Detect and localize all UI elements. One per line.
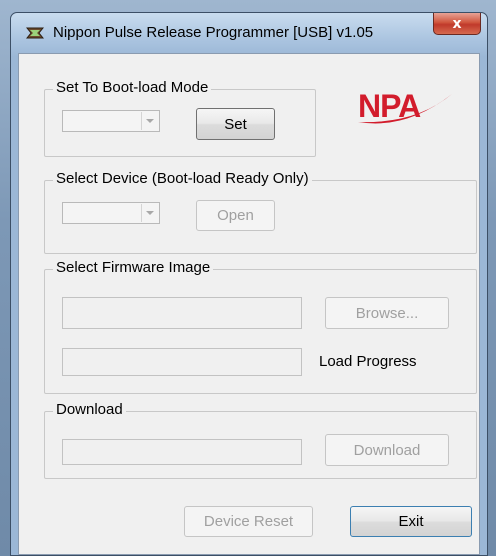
exit-button[interactable]: Exit	[350, 506, 472, 537]
bootload-port-select[interactable]	[62, 110, 160, 132]
bootload-legend: Set To Boot-load Mode	[53, 79, 212, 96]
browse-button[interactable]: Browse...	[325, 297, 449, 329]
download-button[interactable]: Download	[325, 434, 449, 466]
load-progress-bar	[62, 348, 302, 376]
npa-logo: NPA	[358, 88, 452, 124]
download-group: Download Download	[44, 401, 477, 479]
set-button-label: Set	[224, 115, 247, 133]
programmer-app-icon	[26, 27, 44, 39]
device-reset-button[interactable]: Device Reset	[184, 506, 313, 537]
logo-text: NPA	[358, 88, 421, 124]
device-select[interactable]	[62, 202, 160, 224]
close-icon: x	[452, 15, 462, 32]
app-window: Nippon Pulse Release Programmer [USB] v1…	[10, 12, 488, 556]
device-group: Select Device (Boot-load Ready Only) Ope…	[44, 170, 477, 254]
bootload-group: Set To Boot-load Mode Set	[44, 79, 316, 157]
firmware-group: Select Firmware Image Browse... Load Pro…	[44, 259, 477, 394]
download-button-label: Download	[353, 441, 421, 459]
load-progress-label: Load Progress	[319, 353, 417, 370]
firmware-path-field[interactable]	[62, 297, 302, 329]
set-button[interactable]: Set	[196, 108, 275, 140]
download-progress-bar	[62, 439, 302, 465]
dialog-body: Set To Boot-load Mode Set NPA Select Dev…	[18, 53, 480, 555]
browse-button-label: Browse...	[355, 304, 419, 322]
title-bar[interactable]: Nippon Pulse Release Programmer [USB] v1…	[11, 13, 487, 53]
open-button-label: Open	[217, 207, 254, 224]
download-legend: Download	[53, 401, 126, 418]
device-reset-label: Device Reset	[203, 513, 294, 530]
open-button[interactable]: Open	[196, 200, 275, 231]
firmware-legend: Select Firmware Image	[53, 259, 214, 276]
close-button[interactable]: x	[433, 13, 481, 35]
chevron-down-icon[interactable]	[141, 112, 158, 130]
exit-button-label: Exit	[398, 513, 424, 530]
device-legend: Select Device (Boot-load Ready Only)	[53, 170, 312, 187]
chevron-down-icon[interactable]	[141, 204, 158, 222]
window-title: Nippon Pulse Release Programmer [USB] v1…	[53, 24, 374, 41]
